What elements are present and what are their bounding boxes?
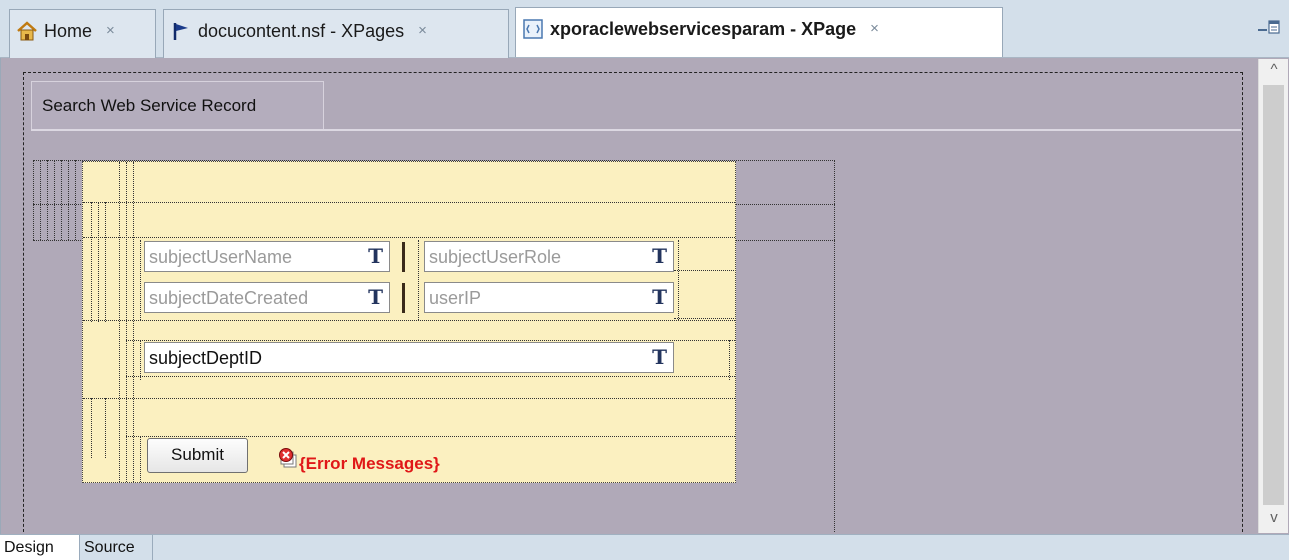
- table-border: [54, 160, 55, 240]
- panel-col-border: [105, 398, 106, 458]
- panel-row-border: [83, 202, 735, 203]
- text-field-icon: T: [652, 345, 667, 369]
- panel-col-border: [140, 436, 141, 482]
- column-separator: [402, 242, 405, 272]
- field-value: subjectDeptID: [149, 348, 263, 368]
- panel-row-border: [83, 398, 735, 399]
- minimize-maximize-icon[interactable]: [1257, 19, 1281, 37]
- panel-col-border: [729, 340, 730, 380]
- panel-col-border: [91, 398, 92, 458]
- submit-button[interactable]: Submit: [147, 438, 248, 473]
- panel-col-border: [119, 162, 120, 482]
- tab-label: docucontent.nsf - XPages: [198, 21, 405, 41]
- tab-xporaclewebservicesparam[interactable]: xporaclewebservicesparam - XPage ×: [515, 7, 1003, 57]
- panel-col-border: [126, 162, 127, 482]
- panel-row-border: [674, 270, 734, 271]
- field-placeholder: userIP: [429, 288, 482, 308]
- table-border: [61, 160, 62, 240]
- panel-row-border: [126, 436, 735, 437]
- panel-col-border: [91, 202, 92, 322]
- panel-col-border: [678, 240, 679, 320]
- panel-row-border: [126, 340, 735, 341]
- text-field-icon: T: [652, 285, 667, 309]
- tab-design[interactable]: Design: [0, 535, 80, 560]
- tab-source[interactable]: Source: [80, 535, 153, 560]
- table-border: [33, 160, 34, 240]
- text-field-icon: T: [368, 285, 383, 309]
- panel-col-border: [133, 162, 134, 482]
- flag-icon: [170, 20, 192, 42]
- column-separator: [402, 283, 405, 313]
- table-border: [75, 160, 76, 240]
- panel-col-border: [140, 340, 141, 380]
- scroll-up-arrow-icon[interactable]: ^: [1259, 61, 1289, 78]
- subject-dept-id-field[interactable]: subjectDeptID T: [144, 342, 674, 373]
- panel-row-border: [83, 237, 735, 238]
- subject-date-created-field[interactable]: subjectDateCreated T: [144, 282, 390, 313]
- close-icon[interactable]: ×: [418, 19, 427, 43]
- subject-user-role-field[interactable]: subjectUserRole T: [424, 241, 674, 272]
- table-border: [834, 160, 835, 532]
- panel-row-border: [674, 318, 734, 319]
- vertical-scrollbar[interactable]: ^ v: [1258, 59, 1288, 533]
- user-ip-field[interactable]: userIP T: [424, 282, 674, 313]
- scrollbar-thumb[interactable]: [1263, 85, 1284, 505]
- table-border: [47, 160, 48, 240]
- section-header[interactable]: Search Web Service Record: [31, 81, 324, 130]
- close-icon[interactable]: ×: [106, 19, 115, 43]
- tab-docucontent[interactable]: docucontent.nsf - XPages ×: [163, 9, 509, 59]
- subject-user-name-field[interactable]: subjectUserName T: [144, 241, 390, 272]
- close-icon[interactable]: ×: [870, 17, 879, 41]
- panel-row-border: [126, 376, 735, 377]
- text-field-icon: T: [652, 244, 667, 268]
- field-placeholder: subjectDateCreated: [149, 288, 309, 308]
- editor-mode-tabs: Design Source: [0, 534, 1289, 560]
- table-border: [68, 160, 69, 240]
- scroll-down-arrow-icon[interactable]: v: [1259, 509, 1289, 526]
- home-icon: [16, 20, 38, 42]
- table-border: [40, 160, 41, 240]
- panel-col-border: [418, 240, 419, 320]
- error-messages-icon: [278, 447, 298, 474]
- text-field-icon: T: [368, 244, 383, 268]
- form-panel[interactable]: [82, 161, 736, 483]
- section-title: Search Web Service Record: [42, 96, 257, 115]
- xpage-icon: [522, 18, 544, 40]
- field-placeholder: subjectUserName: [149, 247, 293, 267]
- tab-home[interactable]: Home ×: [9, 9, 156, 59]
- field-placeholder: subjectUserRole: [429, 247, 562, 267]
- error-messages-label: {Error Messages}: [299, 454, 440, 473]
- editor-tab-bar: Home × docucontent.nsf - XPages × xporac…: [0, 0, 1289, 59]
- section-divider: [31, 129, 1241, 131]
- panel-row-border: [83, 320, 735, 321]
- tab-label: Home: [44, 21, 93, 41]
- error-messages-control[interactable]: {Error Messages}: [278, 447, 440, 474]
- panel-col-border: [140, 240, 141, 320]
- tab-label: xporaclewebservicesparam - XPage: [550, 19, 857, 39]
- panel-col-border: [98, 202, 99, 322]
- panel-col-border: [105, 202, 106, 322]
